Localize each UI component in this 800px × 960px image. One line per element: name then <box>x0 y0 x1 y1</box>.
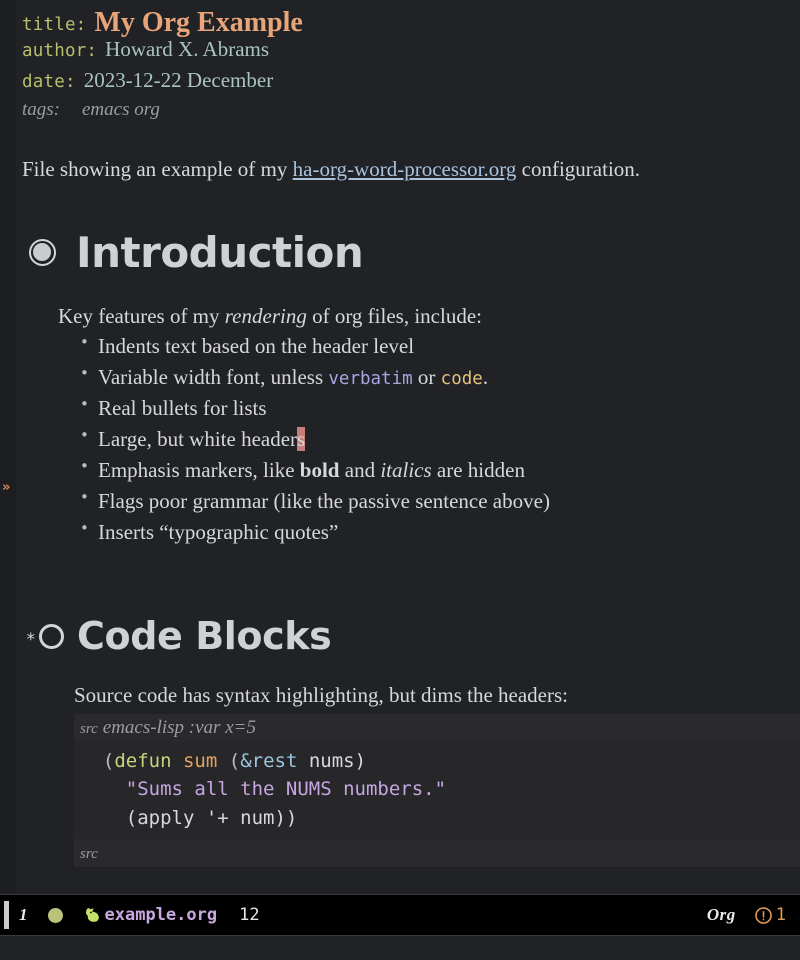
unicorn-icon <box>83 905 103 925</box>
ring-filled-icon <box>20 238 64 266</box>
keyword-label-date: date: <box>22 72 76 92</box>
heading-star-marker: * <box>26 630 36 651</box>
keyword-label-tags: tags: <box>22 99 60 120</box>
list-item: • Indents text based on the header level <box>80 331 800 362</box>
code-token: sum <box>182 750 218 773</box>
list-item-text: or <box>412 365 441 390</box>
list-item-text: are hidden <box>431 457 525 482</box>
bullet-icon: • <box>80 395 89 414</box>
code-token: &rest <box>240 750 298 773</box>
code-line: (apply '+ num)) <box>80 804 800 832</box>
left-fringe: » <box>0 0 16 894</box>
code-token: nums) <box>297 750 367 773</box>
list-item-text: s <box>297 426 306 451</box>
bullet-icon: • <box>80 487 89 506</box>
code-token: ( <box>217 750 241 773</box>
buffer-state-dot-icon[interactable] <box>47 907 63 923</box>
bullet-icon: • <box>80 364 89 383</box>
intro-text-before: File showing an example of my <box>22 157 293 181</box>
source-block-footer: src <box>74 838 800 867</box>
heading-code-blocks[interactable]: * Code Blocks <box>16 607 800 665</box>
list-item-text: Emphasis markers, like <box>98 457 300 482</box>
code-token: (apply '+ num)) <box>80 806 298 829</box>
exclamation-circle-icon[interactable] <box>754 906 773 925</box>
keyword-line-author: author: Howard X. Abrams <box>16 37 800 68</box>
list-item-text: italics <box>380 457 432 482</box>
document-date: 2023-12-22 December <box>83 68 274 92</box>
list-item-text: Large, but white header <box>98 426 298 451</box>
source-block-begin-tag: src <box>80 721 98 738</box>
bullet-icon: • <box>80 456 89 475</box>
list-item-text: code <box>440 369 483 390</box>
keyword-label-author: author: <box>22 41 98 61</box>
introduction-feature-list: • Indents text based on the header level •… <box>52 331 800 547</box>
source-block[interactable]: src emacs-lisp :var x=5 (defun sum (&rest… <box>74 714 800 867</box>
mode-line-buffer-name[interactable]: example.org <box>105 905 218 925</box>
source-block-code[interactable]: (defun sum (&rest nums) "Sums all the NU… <box>74 742 800 839</box>
list-item: • Large, but white headers <box>80 424 800 455</box>
buffer-text-area[interactable]: title: My Org Example author: Howard X. … <box>16 0 800 894</box>
keyword-line-date: date: 2023-12-22 December <box>16 68 800 99</box>
heading-introduction[interactable]: Introduction <box>16 222 800 282</box>
code-token: "Sums all the NUMS numbers." <box>125 778 447 801</box>
bullet-icon: • <box>80 518 89 537</box>
list-item: • Flags poor grammar (like the passive se… <box>80 486 800 517</box>
mode-line-major-mode[interactable]: Org <box>707 905 736 925</box>
list-item: • Real bullets for lists <box>80 393 800 424</box>
lead-after: of org files, include: <box>306 304 482 329</box>
code-line: "Sums all the NUMS numbers." <box>80 775 800 803</box>
mode-line-window-number: 1 <box>19 905 28 924</box>
list-item-text: and <box>339 457 381 482</box>
document-author: Howard X. Abrams <box>105 37 270 61</box>
list-item-text: bold <box>299 457 340 482</box>
code-token: ( <box>80 750 115 773</box>
section-code-blocks-body: Source code has syntax highlighting, but… <box>16 683 800 867</box>
mode-line-warning-count: 1 <box>775 905 786 925</box>
source-block-args: emacs-lisp :var x=5 <box>102 717 256 739</box>
heading-code-blocks-label: Code Blocks <box>77 614 332 659</box>
list-item-text: Real bullets for lists <box>98 396 267 421</box>
list-item: • Variable width font, unless verbatim or… <box>80 362 800 393</box>
bullet-icon: • <box>80 333 89 352</box>
mode-line-window-bar <box>4 901 9 929</box>
keyword-label-title: title: <box>22 15 87 35</box>
heading-introduction-label: Introduction <box>76 227 364 277</box>
list-item-text: Inserts “typographic quotes” <box>98 519 339 544</box>
org-file-link[interactable]: ha-org-word-processor.org <box>293 157 517 181</box>
code-line: (defun sum (&rest nums) <box>80 747 800 775</box>
mode-line: 1 example.org 12 Org 1 <box>0 894 800 936</box>
keyword-line-tags: tags: emacs org <box>16 99 800 129</box>
fringe-continuation-marker: » <box>2 480 11 495</box>
list-item-text: Variable width font, unless <box>98 365 329 390</box>
document-tags: emacs org <box>82 99 160 120</box>
list-item: • Inserts “typographic quotes” <box>80 517 800 548</box>
echo-area <box>0 936 800 960</box>
bullet-icon: • <box>80 425 89 444</box>
list-item-text: Flags poor grammar (like the passive sen… <box>98 488 550 513</box>
intro-paragraph: File showing an example of my ha-org-wor… <box>16 155 800 183</box>
emacs-frame: » title: My Org Example author: Howard X… <box>0 0 800 960</box>
buffer-window[interactable]: » title: My Org Example author: Howard X… <box>0 0 800 894</box>
ring-hollow-icon: * <box>16 623 64 651</box>
list-item-text: . <box>482 365 489 390</box>
source-block-header: src emacs-lisp :var x=5 <box>74 714 800 743</box>
intro-text-after: configuration. <box>516 157 641 181</box>
mode-line-position: 12 <box>239 905 260 925</box>
section-introduction-body: Key features of my rendering of org file… <box>16 304 800 547</box>
code-blocks-lead-text: Source code has syntax highlighting, but… <box>74 683 568 708</box>
keyword-line-title: title: My Org Example <box>16 6 800 38</box>
list-item-text: verbatim <box>328 369 413 390</box>
introduction-lead-text: Key features of my rendering of org file… <box>52 304 800 329</box>
list-item: • Emphasis markers, like bold and italics… <box>80 455 800 486</box>
list-item-text: Indents text based on the header level <box>98 334 415 359</box>
code-token: defun <box>114 750 172 773</box>
document-title: My Org Example <box>94 7 303 38</box>
lead-before: Key features of my <box>58 304 225 329</box>
lead-emphasis: rendering <box>224 304 307 329</box>
source-block-end-tag: src <box>80 845 98 862</box>
